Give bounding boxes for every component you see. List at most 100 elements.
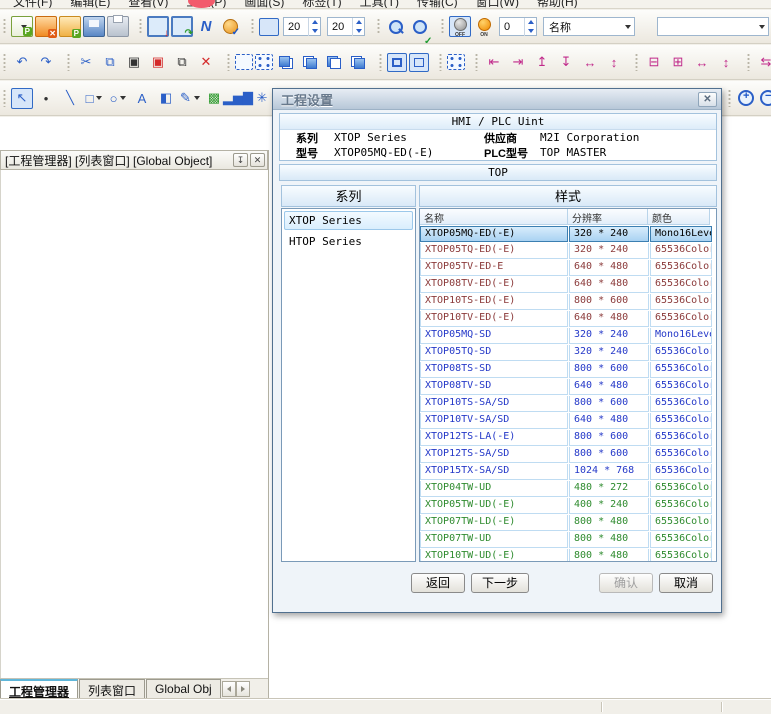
select-area-icon[interactable] (235, 54, 253, 70)
tab-scroll-right-icon[interactable] (236, 681, 250, 697)
tab-panel[interactable]: 列表窗口 (79, 679, 145, 698)
open-project-icon[interactable] (59, 16, 81, 37)
pin-icon[interactable]: ↧ (233, 153, 248, 167)
menu-item[interactable]: 帮助(H) (528, 0, 587, 9)
panel-close-icon[interactable]: ✕ (250, 153, 265, 167)
close-project-icon[interactable] (35, 16, 57, 37)
align-center-h-icon[interactable]: ↔ (579, 52, 601, 73)
column-header[interactable]: 颜色 (648, 209, 710, 225)
table-row[interactable]: XTOP05TW-UD(-E)400 * 24065536Color (420, 497, 716, 514)
print-icon[interactable] (107, 16, 129, 37)
table-row[interactable]: XTOP10TS-ED(-E)800 * 60065536Color (420, 293, 716, 310)
dot-tool-icon[interactable]: • (35, 88, 57, 109)
zoom-out-icon[interactable] (758, 88, 771, 108)
align-right-icon[interactable]: ⇥ (507, 52, 529, 73)
table-row[interactable]: XTOP08TV-ED(-E)640 * 48065536Color (420, 276, 716, 293)
grid-height-spinner[interactable]: 20 (327, 17, 365, 36)
rect-tool-icon[interactable]: □ (83, 88, 105, 109)
text-tool-icon[interactable]: A (131, 88, 153, 109)
table-row[interactable]: XTOP05MQ-SD320 * 240Mono16Level (420, 327, 716, 344)
fill-tool-icon[interactable]: ◧ (155, 88, 177, 109)
show-grid-frame-icon[interactable] (409, 53, 429, 72)
download-to-device-icon[interactable] (147, 16, 169, 37)
special-tool-icon[interactable]: ✳ (251, 88, 273, 109)
screen-transfer-icon[interactable] (171, 16, 193, 37)
tab-scroll-left-icon[interactable] (222, 681, 236, 697)
series-list-item[interactable]: XTOP Series (284, 211, 413, 230)
polygon-tool-icon[interactable]: ✎ (179, 88, 201, 109)
bring-to-front-icon[interactable] (275, 52, 297, 73)
name-dropdown[interactable]: 名称 (543, 17, 635, 36)
align-bottom-icon[interactable]: ↧ (555, 52, 577, 73)
cut-icon[interactable]: ✂ (75, 52, 97, 73)
tab-active-panel[interactable]: 工程管理器 (0, 679, 78, 698)
table-row[interactable]: XTOP12TS-SA/SD800 * 60065536Color (420, 446, 716, 463)
menu-item[interactable]: 工具(T) (351, 0, 408, 9)
align-left-icon[interactable]: ⇤ (483, 52, 505, 73)
menu-item[interactable]: 画面(S) (235, 0, 293, 9)
align-center-v-icon[interactable]: ↕ (603, 52, 625, 73)
menu-item[interactable]: 查看(V) (119, 0, 177, 9)
state-spinner[interactable]: 0 (499, 17, 537, 36)
delete-icon[interactable]: ✕ (195, 52, 217, 73)
spinner-up-icon[interactable] (353, 18, 364, 27)
dropdown-arrow-icon[interactable] (194, 96, 200, 100)
distribute-h-icon[interactable]: ⇆ (755, 52, 771, 73)
back-button[interactable]: 返回 (411, 573, 465, 593)
stretch-h-icon[interactable]: ↔ (691, 52, 713, 73)
cancel-button[interactable]: 取消 (659, 573, 713, 593)
preview-run-icon[interactable] (409, 16, 431, 37)
multi-copy-icon[interactable]: ⧉ (171, 52, 193, 73)
option-check-icon[interactable] (219, 16, 241, 37)
table-row[interactable]: XTOP07TW-UD800 * 48065536Color (420, 531, 716, 548)
tab-panel[interactable]: Global Obj (146, 679, 221, 698)
menu-item[interactable]: 窗口(W) (467, 0, 528, 9)
table-row[interactable]: XTOP10TV-SA/SD640 * 48065536Color (420, 412, 716, 429)
table-row[interactable]: XTOP05TQ-SD320 * 24065536Color (420, 344, 716, 361)
on-state-button[interactable]: ON (473, 16, 495, 37)
column-header[interactable]: 名称 (420, 209, 568, 225)
table-row[interactable]: XTOP10TV-ED(-E)640 * 48065536Color (420, 310, 716, 327)
copy-icon[interactable]: ⧉ (99, 52, 121, 73)
table-row[interactable]: XTOP10TS-SA/SD800 * 60065536Color (420, 395, 716, 412)
dialog-titlebar[interactable]: 工程设置 ✕ (273, 89, 721, 110)
paste-icon[interactable]: ▣ (123, 52, 145, 73)
stretch-v-icon[interactable]: ↕ (715, 52, 737, 73)
bring-forward-icon[interactable] (323, 52, 345, 73)
table-row[interactable]: XTOP05MQ-ED(-E)320 * 240Mono16Level (420, 225, 716, 242)
new-project-icon[interactable] (11, 16, 33, 37)
grid-toggle-button[interactable] (259, 18, 279, 36)
table-row[interactable]: XTOP04TW-UD480 * 27265536Color (420, 480, 716, 497)
zoom-in-icon[interactable] (736, 88, 756, 108)
spinner-up-icon[interactable] (309, 18, 320, 27)
redo-icon[interactable]: ↷ (35, 52, 57, 73)
spinner-up-icon[interactable] (525, 18, 536, 27)
table-row[interactable]: XTOP10TW-UD(-E)800 * 48065536Color (420, 548, 716, 562)
same-height-icon[interactable]: ⊞ (667, 52, 689, 73)
dropdown-arrow-icon[interactable] (120, 96, 126, 100)
table-row[interactable]: XTOP08TS-SD800 * 60065536Color (420, 361, 716, 378)
show-frame-icon[interactable] (387, 53, 407, 72)
same-width-icon[interactable]: ⊟ (643, 52, 665, 73)
spinner-down-icon[interactable] (353, 27, 364, 36)
next-button[interactable]: 下一步 (471, 573, 529, 593)
align-top-icon[interactable]: ↥ (531, 52, 553, 73)
table-row[interactable]: XTOP05TQ-ED(-E)320 * 24065536Color (420, 242, 716, 259)
cursor-tool-icon[interactable]: ↖ (11, 88, 33, 109)
spinner-down-icon[interactable] (525, 27, 536, 36)
save-icon[interactable] (83, 16, 105, 37)
table-row[interactable]: XTOP08TV-SD640 * 48065536Color (420, 378, 716, 395)
dropdown-arrow-icon[interactable] (21, 25, 27, 29)
grid-width-spinner[interactable]: 20 (283, 17, 321, 36)
column-header[interactable]: 分辨率 (568, 209, 648, 225)
image-tool-icon[interactable]: ▩ (203, 88, 225, 109)
chart-tool-icon[interactable]: ▂▅▇ (227, 88, 249, 109)
dialog-close-icon[interactable]: ✕ (698, 92, 717, 107)
send-backward-icon[interactable] (347, 52, 369, 73)
table-row[interactable]: XTOP15TX-SA/SD1024 * 76865536Color (420, 463, 716, 480)
ellipse-tool-icon[interactable]: ○ (107, 88, 129, 109)
undo-icon[interactable]: ↶ (11, 52, 33, 73)
n-link-icon[interactable]: N (195, 16, 217, 37)
menu-item[interactable]: 编辑(E) (61, 0, 119, 9)
off-state-button[interactable]: OFF (449, 16, 471, 37)
